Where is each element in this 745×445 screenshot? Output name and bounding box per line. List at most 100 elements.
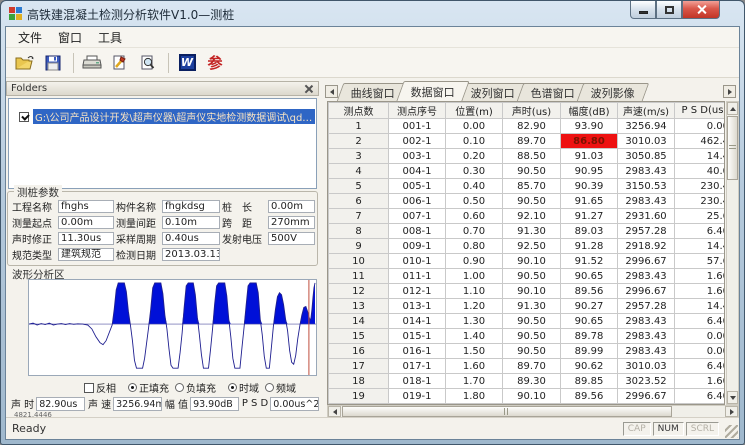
save-button[interactable] — [40, 51, 66, 75]
table-cell[interactable]: 016-1 — [389, 344, 446, 359]
table-cell[interactable]: 2983.43 — [618, 314, 675, 329]
table-cell[interactable]: 90.50 — [503, 164, 561, 179]
maximize-button[interactable] — [656, 1, 682, 19]
table-cell[interactable]: 1.70 — [446, 374, 503, 389]
table-cell[interactable]: 1.60 — [675, 269, 726, 284]
table-cell[interactable]: 90.10 — [503, 284, 561, 299]
table-cell[interactable]: 1.30 — [446, 314, 503, 329]
vertical-scroll-thumb[interactable] — [727, 116, 738, 180]
table-cell[interactable]: 7 — [329, 209, 389, 224]
readout-value[interactable]: 93.90dB — [190, 397, 239, 411]
tree-item-label[interactable]: G:\公司产品设计开发\超声仪器\超声仪实地检测数据调试\qd\qd03\qd0… — [33, 109, 315, 124]
table-cell[interactable]: 005-1 — [389, 179, 446, 194]
table-cell[interactable]: 3256.94 — [618, 119, 675, 134]
table-cell[interactable]: 3010.03 — [618, 359, 675, 374]
table-cell[interactable]: 0.00 — [675, 344, 726, 359]
table-row[interactable]: 12012-11.1090.1089.562996.671.60 — [329, 284, 726, 299]
param-value[interactable]: 0.00m — [58, 216, 114, 229]
table-cell[interactable]: 14.4 — [675, 299, 726, 314]
freq-domain-radio[interactable] — [265, 383, 274, 392]
table-row[interactable]: 10010-10.9090.1091.522996.6757.6 — [329, 254, 726, 269]
table-cell[interactable]: 90.62 — [561, 359, 618, 374]
print-button[interactable] — [79, 51, 105, 75]
table-row[interactable]: 13013-11.2091.3090.272957.2814.4 — [329, 299, 726, 314]
param-value[interactable]: 0.40us — [162, 232, 220, 245]
table-cell[interactable]: 1 — [329, 119, 389, 134]
table-cell[interactable]: 6.40 — [675, 224, 726, 239]
table-cell[interactable]: 1.00 — [446, 269, 503, 284]
table-cell[interactable]: 91.27 — [561, 209, 618, 224]
invert-checkbox[interactable] — [84, 383, 94, 393]
table-cell[interactable]: 2983.43 — [618, 329, 675, 344]
param-value[interactable]: 0.10m — [162, 216, 220, 229]
table-cell[interactable]: 010-1 — [389, 254, 446, 269]
table-cell[interactable]: 90.50 — [503, 329, 561, 344]
table-cell[interactable]: 90.10 — [503, 254, 561, 269]
table-cell[interactable]: 90.50 — [503, 269, 561, 284]
param-value[interactable]: fhghs — [58, 200, 114, 213]
table-cell[interactable]: 91.03 — [561, 149, 618, 164]
table-cell[interactable]: 2918.92 — [618, 239, 675, 254]
column-header[interactable]: 声时(us) — [503, 103, 561, 119]
table-cell[interactable]: 008-1 — [389, 224, 446, 239]
time-domain-radio[interactable] — [228, 383, 237, 392]
table-row[interactable]: 3003-10.2088.5091.033050.8514.4 — [329, 149, 726, 164]
word-export-button[interactable]: W — [174, 51, 200, 75]
negative-fill-radio[interactable] — [175, 383, 184, 392]
panel-close-icon[interactable] — [304, 84, 314, 94]
table-cell[interactable]: 230.4 — [675, 194, 726, 209]
table-row[interactable]: 8008-10.7091.3089.032957.286.40 — [329, 224, 726, 239]
table-cell[interactable]: 011-1 — [389, 269, 446, 284]
tab-scroll-right-button[interactable] — [723, 85, 736, 98]
table-cell[interactable]: 0.00 — [675, 119, 726, 134]
table-cell[interactable]: 17 — [329, 359, 389, 374]
table-cell[interactable]: 1.50 — [446, 344, 503, 359]
table-cell[interactable]: 40.0 — [675, 164, 726, 179]
minimize-button[interactable] — [630, 1, 656, 19]
page-setup-button[interactable] — [107, 51, 133, 75]
table-cell[interactable]: 90.50 — [503, 314, 561, 329]
close-button[interactable] — [682, 1, 720, 19]
menu-item-文件[interactable]: 文件 — [10, 27, 50, 48]
folders-panel-header[interactable]: Folders — [6, 81, 319, 96]
table-cell[interactable]: 462.4 — [675, 134, 726, 149]
table-cell[interactable]: 0.30 — [446, 164, 503, 179]
table-cell[interactable]: 0.40 — [446, 179, 503, 194]
table-cell[interactable]: 006-1 — [389, 194, 446, 209]
param-value[interactable]: 500V — [268, 232, 315, 245]
column-header[interactable]: 幅度(dB) — [561, 103, 618, 119]
table-cell[interactable]: 0.20 — [446, 149, 503, 164]
table-cell[interactable]: 013-1 — [389, 299, 446, 314]
table-cell[interactable]: 90.39 — [561, 179, 618, 194]
table-cell[interactable]: 1.10 — [446, 284, 503, 299]
positive-fill-radio[interactable] — [128, 383, 137, 392]
table-cell[interactable]: 6 — [329, 194, 389, 209]
table-cell[interactable]: 91.28 — [561, 239, 618, 254]
table-row[interactable]: 6006-10.5090.5091.652983.43230.4 — [329, 194, 726, 209]
scroll-up-button[interactable] — [727, 102, 738, 115]
table-cell[interactable]: 0.50 — [446, 194, 503, 209]
table-cell[interactable]: 0.90 — [446, 254, 503, 269]
table-cell[interactable]: 2957.28 — [618, 224, 675, 239]
table-cell[interactable]: 10 — [329, 254, 389, 269]
table-cell[interactable]: 5 — [329, 179, 389, 194]
table-row[interactable]: 5005-10.4085.7090.393150.53230.4 — [329, 179, 726, 194]
table-cell[interactable]: 90.50 — [503, 344, 561, 359]
table-cell[interactable]: 91.65 — [561, 194, 618, 209]
tab-数据窗口[interactable]: 数据窗口 — [396, 81, 469, 101]
table-cell[interactable]: 015-1 — [389, 329, 446, 344]
table-cell[interactable]: 1.60 — [446, 359, 503, 374]
scroll-right-button[interactable] — [725, 406, 738, 417]
table-cell[interactable]: 1.40 — [446, 329, 503, 344]
waveform-plot[interactable] — [28, 279, 317, 376]
table-row[interactable]: 1001-10.0082.9093.903256.940.00 — [329, 119, 726, 134]
table-cell[interactable]: 86.80 — [561, 134, 618, 149]
table-cell[interactable]: 3023.52 — [618, 374, 675, 389]
table-cell[interactable]: 14 — [329, 314, 389, 329]
table-cell[interactable]: 004-1 — [389, 164, 446, 179]
table-cell[interactable]: 90.50 — [503, 194, 561, 209]
table-cell[interactable]: 82.90 — [503, 119, 561, 134]
table-row[interactable]: 11011-11.0090.5090.652983.431.60 — [329, 269, 726, 284]
param-value[interactable]: 11.30us — [58, 232, 114, 245]
print-preview-button[interactable] — [135, 51, 161, 75]
